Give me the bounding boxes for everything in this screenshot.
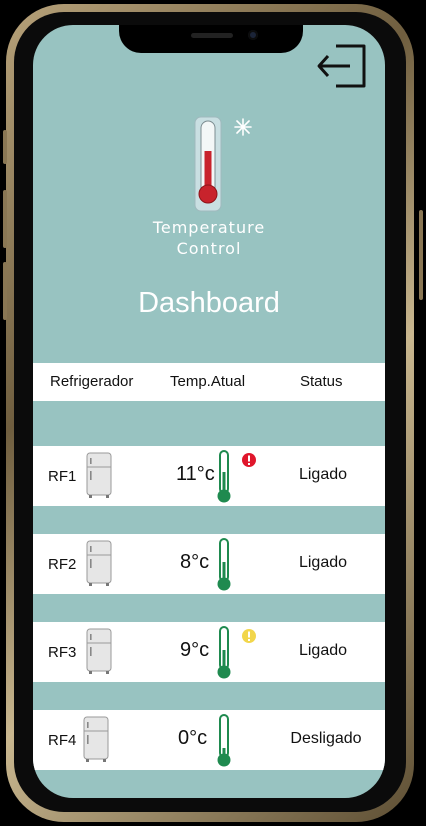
- snowflake-icon: [234, 118, 252, 136]
- alert-red-icon: [242, 453, 256, 467]
- fridge-icon: [86, 628, 112, 674]
- brand-line1: Temperature: [152, 218, 266, 237]
- thermometer-icon: [217, 714, 231, 767]
- current-temperature: 11°c: [176, 463, 215, 485]
- status-text: Desligado: [290, 730, 362, 747]
- table-row[interactable]: RF3 9°c Ligado: [33, 622, 385, 682]
- side-button: [3, 130, 7, 164]
- fridge-icon: [83, 716, 109, 762]
- thermometer-icon: [217, 626, 231, 679]
- front-camera: [248, 30, 258, 40]
- current-temperature: 9°c: [180, 639, 210, 661]
- table-row[interactable]: RF2 8°c Ligado: [33, 534, 385, 594]
- logout-icon[interactable]: [316, 42, 368, 90]
- status-text: Ligado: [298, 642, 348, 659]
- thermometer-icon: [217, 450, 231, 503]
- table-header: Refrigerador Temp.Atual Status: [33, 363, 385, 401]
- phone-notch: [119, 25, 303, 53]
- column-header-status: Status: [300, 373, 343, 390]
- fridge-id: RF1: [48, 468, 77, 485]
- app-brand: Temperature Control: [33, 217, 385, 259]
- status-text: Ligado: [298, 554, 348, 571]
- alert-yellow-icon: [242, 629, 256, 643]
- speaker: [191, 33, 233, 38]
- fridge-icon: [86, 540, 112, 586]
- column-header-refrigerador: Refrigerador: [50, 373, 134, 390]
- side-button: [419, 210, 423, 300]
- fridge-id: RF4: [48, 732, 77, 749]
- fridge-icon: [86, 452, 112, 498]
- thermometer-icon: [217, 538, 231, 591]
- current-temperature: 8°c: [180, 551, 210, 573]
- fridge-id: RF2: [48, 556, 77, 573]
- column-header-temp: Temp.Atual: [170, 373, 246, 390]
- current-temperature: 0°c: [178, 727, 208, 749]
- brand-line2: Control: [176, 239, 242, 258]
- app-screen: Temperature Control Dashboard Refrigerad…: [33, 25, 385, 798]
- side-button: [3, 262, 7, 320]
- side-button: [3, 190, 7, 248]
- page-title: Dashboard: [138, 287, 280, 319]
- table-row[interactable]: RF4 0°c Desligado: [33, 710, 385, 770]
- thermometer-logo-icon: [194, 116, 252, 212]
- status-text: Ligado: [298, 466, 348, 483]
- table-row[interactable]: RF1 11°c Ligado: [33, 446, 385, 506]
- fridge-id: RF3: [48, 644, 77, 661]
